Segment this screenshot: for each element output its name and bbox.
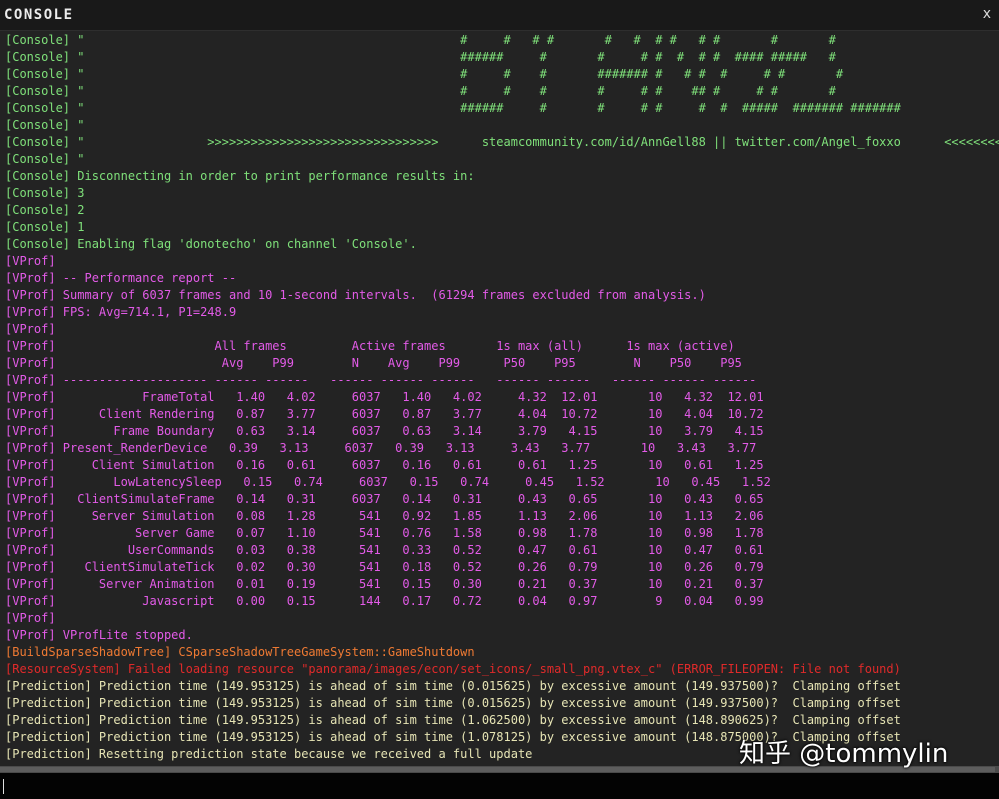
log-line-prediction: [Prediction] Prediction time (149.953125… — [5, 696, 901, 710]
log-line-vprof: [VProf] VProfLite stopped. — [5, 628, 193, 642]
log-line-vprof: [VProf] -- Performance report -- — [5, 271, 237, 285]
log-line-console: [Console] " — [5, 118, 85, 132]
log-line-vprof: [VProf] — [5, 611, 56, 625]
log-line-resource: [ResourceSystem] Failed loading resource… — [5, 662, 901, 676]
log-line-vprof: [VProf] Javascript 0.00 0.15 144 0.17 0.… — [5, 594, 764, 608]
log-line-vprof: [VProf] — [5, 254, 56, 268]
log-line-console: [Console] Enabling flag 'donotecho' on c… — [5, 237, 417, 251]
log-line-vprof: [VProf] -------------------- ------ ----… — [5, 373, 757, 387]
log-line-console: [Console] 1 — [5, 220, 85, 234]
console-log[interactable]: [Console] " # # # # # # # # # # # # [Cons… — [0, 30, 999, 767]
log-line-console: [Console] " ###### # # # # # # ##### ###… — [5, 101, 901, 115]
log-line-vprof: [VProf] Client Simulation 0.16 0.61 6037… — [5, 458, 764, 472]
log-line-prediction: [Prediction] Resetting prediction state … — [5, 747, 533, 761]
log-line-vprof: [VProf] UserCommands 0.03 0.38 541 0.33 … — [5, 543, 764, 557]
log-line-console: [Console] " ###### # # # # # # # #### ##… — [5, 50, 836, 64]
log-line-console: [Console] " >>>>>>>>>>>>>>>>>>>>>>>>>>>>… — [5, 135, 999, 149]
log-line-vprof: [VProf] LowLatencySleep 0.15 0.74 6037 0… — [5, 475, 771, 489]
log-line-vprof: [VProf] Server Game 0.07 1.10 541 0.76 1… — [5, 526, 764, 540]
log-line-prediction: [Prediction] Prediction time (149.953125… — [5, 713, 901, 727]
log-line-build: [BuildSparseShadowTree] CSparseShadowTre… — [5, 645, 475, 659]
log-line-vprof: [VProf] Client Rendering 0.87 3.77 6037 … — [5, 407, 764, 421]
log-line-console: [Console] " — [5, 152, 85, 166]
log-line-vprof: [VProf] Server Simulation 0.08 1.28 541 … — [5, 509, 764, 523]
log-line-vprof: [VProf] ClientSimulateFrame 0.14 0.31 60… — [5, 492, 764, 506]
log-line-vprof: [VProf] FPS: Avg=714.1, P1=248.9 — [5, 305, 237, 319]
console-title-bar: CONSOLE x — [0, 0, 999, 30]
command-input[interactable] — [0, 773, 999, 799]
log-line-console: [Console] Disconnecting in order to prin… — [5, 169, 475, 183]
log-line-vprof: [VProf] Frame Boundary 0.63 3.14 6037 0.… — [5, 424, 764, 438]
log-line-console: [Console] " # # # # # # # # # # # # — [5, 33, 836, 47]
watermark: 知乎 @tommylin — [739, 739, 949, 769]
window-title: CONSOLE — [4, 7, 74, 23]
log-line-vprof: [VProf] Server Animation 0.01 0.19 541 0… — [5, 577, 764, 591]
log-line-vprof: [VProf] Present_RenderDevice 0.39 3.13 6… — [5, 441, 757, 455]
log-line-console: [Console] 3 — [5, 186, 85, 200]
log-line-vprof: [VProf] — [5, 322, 56, 336]
log-line-console: [Console] " # # # ####### # # # # # # # — [5, 67, 844, 81]
log-line-vprof: [VProf] FrameTotal 1.40 4.02 6037 1.40 4… — [5, 390, 764, 404]
close-button[interactable]: x — [983, 6, 991, 22]
log-line-prediction: [Prediction] Prediction time (149.953125… — [5, 679, 901, 693]
log-line-vprof: [VProf] ClientSimulateTick 0.02 0.30 541… — [5, 560, 764, 574]
log-line-vprof: [VProf] Summary of 6037 frames and 10 1-… — [5, 288, 706, 302]
log-line-vprof: [VProf] Avg P99 N Avg P99 P50 P95 N P50 … — [5, 356, 742, 370]
log-line-vprof: [VProf] All frames Active frames 1s max … — [5, 339, 735, 353]
log-line-console: [Console] 2 — [5, 203, 85, 217]
log-line-console: [Console] " # # # # # # ## # # # # — [5, 84, 836, 98]
text-caret — [3, 779, 4, 794]
